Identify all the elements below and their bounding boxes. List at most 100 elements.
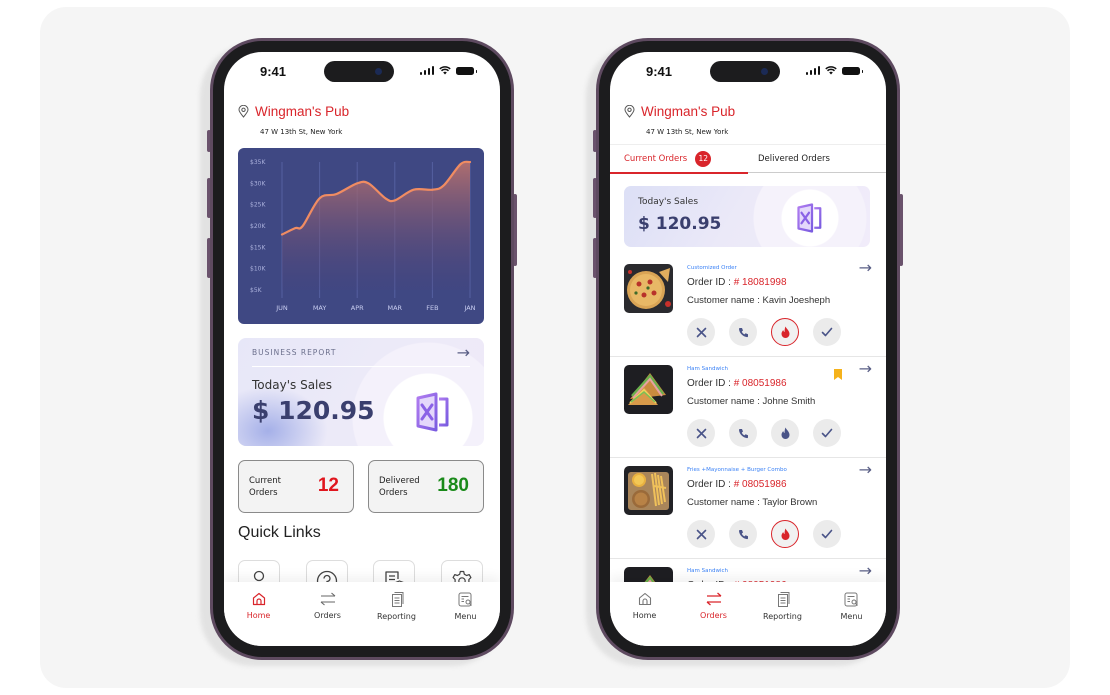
stat-label: Orders	[249, 488, 278, 498]
order-id: Order ID : # 08051986	[687, 479, 787, 490]
stat-label: Delivered	[379, 476, 420, 486]
phone-home: 9:41 Wingman's Pub 47 W 13th St, New Yor…	[200, 38, 517, 666]
fire-button[interactable]	[771, 318, 799, 346]
y-tick-label: $15K	[250, 244, 266, 251]
current-orders-stat[interactable]: Current Orders 12	[238, 460, 354, 513]
current-orders-count: 12	[317, 475, 339, 496]
tab-home[interactable]: Home	[229, 592, 289, 646]
x-tick-label: JUN	[275, 304, 288, 312]
food-image	[624, 264, 673, 313]
dynamic-island	[324, 61, 394, 82]
business-report-card[interactable]: BUSINESS REPORT → Today's Sales $ 120.95	[238, 338, 484, 446]
x-tick-label: JAN	[463, 304, 475, 312]
order-id: Order ID : # 08051986	[687, 378, 787, 389]
fire-icon	[780, 427, 791, 439]
today-sales-amount: $ 120.95	[638, 214, 722, 234]
call-icon	[738, 428, 749, 439]
y-tick-label: $5K	[250, 287, 263, 294]
restaurant-address: 47 W 13th St, New York	[646, 128, 729, 136]
wifi-icon	[825, 66, 837, 75]
stat-label: Orders	[379, 488, 408, 498]
x-tick-label: FEB	[426, 304, 438, 312]
home-icon	[638, 592, 651, 606]
location[interactable]: Wingman's Pub	[624, 104, 735, 119]
tab-menu[interactable]: Menu	[822, 592, 882, 646]
home-icon	[252, 592, 265, 606]
fire-icon	[780, 326, 791, 338]
tab-label: Delivered Orders	[758, 154, 830, 164]
order-item[interactable]: Fries +Mayonnaise + Burger Combo Order ID…	[610, 458, 886, 559]
order-tabs: Current Orders 12 Delivered Orders	[610, 144, 886, 174]
call-button[interactable]	[729, 520, 757, 548]
accept-button[interactable]	[813, 520, 841, 548]
reject-icon	[696, 327, 707, 338]
tab-home[interactable]: Home	[615, 592, 675, 646]
location-pin-icon	[238, 105, 249, 118]
document-icon	[391, 592, 403, 607]
restaurant-address: 47 W 13th St, New York	[260, 128, 343, 136]
delivered-orders-stat[interactable]: Delivered Orders 180	[368, 460, 484, 513]
phone-orders: 9:41 Wingman's Pub 47 W 13th St, New Yor…	[586, 38, 903, 666]
divider	[252, 366, 470, 367]
sales-area	[282, 161, 470, 290]
order-type: Ham Sandwich	[687, 568, 728, 574]
tab-orders[interactable]: Orders	[684, 592, 744, 646]
status-bar: 9:41	[224, 52, 500, 96]
order-actions	[687, 520, 841, 548]
reject-button[interactable]	[687, 419, 715, 447]
call-button[interactable]	[729, 318, 757, 346]
order-actions	[687, 318, 841, 346]
home-screen: 9:41 Wingman's Pub 47 W 13th St, New Yor…	[224, 52, 500, 646]
arrow-right-icon[interactable]: →	[859, 460, 872, 479]
accept-icon	[821, 327, 833, 337]
food-image	[624, 365, 673, 414]
restaurant-name: Wingman's Pub	[255, 104, 350, 119]
signal-icon	[419, 66, 434, 75]
order-type: Ham Sandwich	[687, 366, 728, 372]
order-item[interactable]: Ham Sandwich Order ID : # 08051986 Custome…	[610, 357, 886, 458]
reject-button[interactable]	[687, 520, 715, 548]
arrow-right-icon[interactable]: →	[457, 343, 470, 362]
excel-icon[interactable]	[794, 203, 824, 233]
bookmark-icon[interactable]	[834, 369, 842, 380]
tab-current-orders[interactable]: Current Orders 12	[610, 145, 748, 174]
tab-delivered-orders[interactable]: Delivered Orders	[758, 145, 830, 173]
accept-button[interactable]	[813, 318, 841, 346]
today-sales-amount: $ 120.95	[252, 396, 375, 425]
customer-name: Customer name : Kavin Joesheph	[687, 295, 831, 306]
today-sales-card[interactable]: Today's Sales $ 120.95	[624, 186, 870, 247]
y-tick-label: $20K	[250, 223, 266, 230]
excel-icon[interactable]	[412, 392, 452, 432]
call-button[interactable]	[729, 419, 757, 447]
fire-button[interactable]	[771, 520, 799, 548]
arrow-right-icon[interactable]: →	[859, 561, 872, 580]
reject-icon	[696, 428, 707, 439]
reject-button[interactable]	[687, 318, 715, 346]
tab-label: Menu	[840, 612, 863, 621]
order-item[interactable]: Customized Order Order ID : # 18081998 Cus…	[610, 256, 886, 357]
tab-label: Reporting	[377, 612, 416, 621]
location[interactable]: Wingman's Pub	[238, 104, 349, 119]
bottom-tab-bar: Home Orders Reporting Menu	[224, 582, 500, 646]
order-id-value: # 18081998	[733, 277, 787, 288]
customer-name-value: Johne Smith	[762, 396, 816, 407]
arrow-right-icon[interactable]: →	[859, 359, 872, 378]
stat-label: Current	[249, 476, 281, 486]
accept-button[interactable]	[813, 419, 841, 447]
location-pin-icon	[624, 105, 635, 118]
signal-icon	[805, 66, 820, 75]
customer-name-value: Kavin Joesheph	[762, 295, 831, 306]
tab-label: Reporting	[763, 612, 802, 621]
fire-button[interactable]	[771, 419, 799, 447]
order-id-value: # 08051986	[733, 479, 787, 490]
quick-links-title: Quick Links	[238, 524, 321, 541]
tab-label: Orders	[314, 611, 341, 620]
tab-label: Current Orders	[624, 153, 688, 164]
arrow-right-icon[interactable]: →	[859, 258, 872, 277]
tab-reporting[interactable]: Reporting	[753, 592, 813, 646]
tab-label: Home	[632, 611, 657, 620]
x-tick-label: MAR	[388, 304, 403, 312]
tab-orders[interactable]: Orders	[298, 592, 358, 646]
tab-reporting[interactable]: Reporting	[367, 592, 427, 646]
tab-menu[interactable]: Menu	[436, 592, 496, 646]
